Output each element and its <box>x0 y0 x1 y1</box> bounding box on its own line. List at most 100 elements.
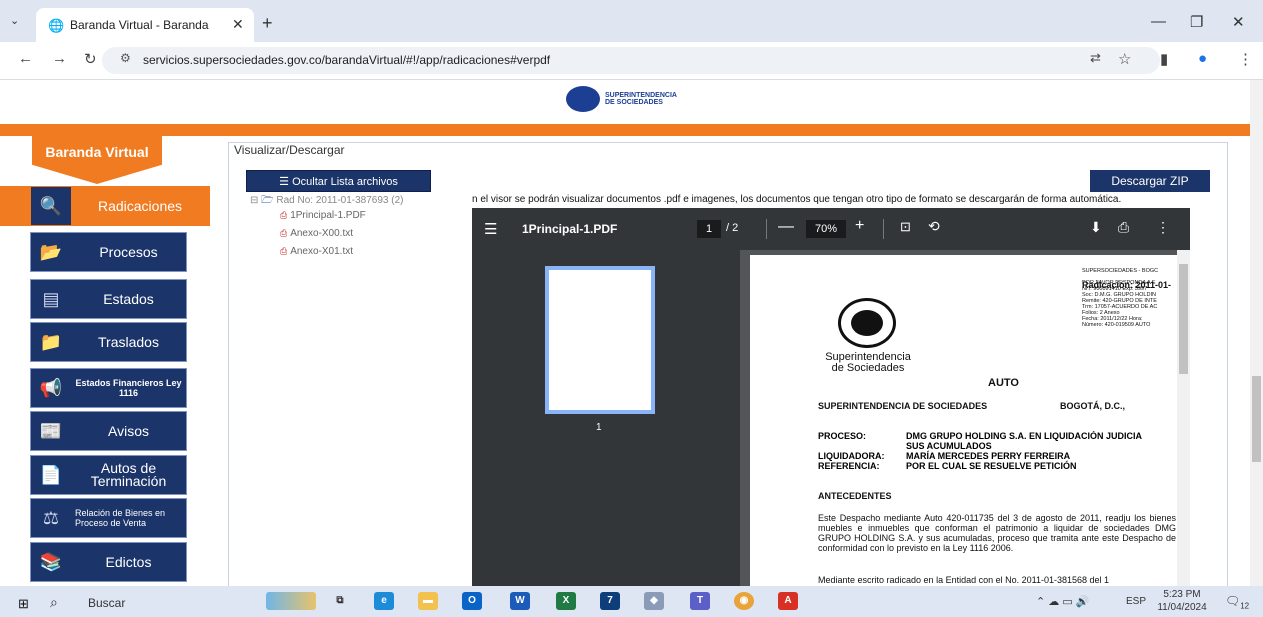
browser-tab[interactable]: 🌐 Baranda Virtual - Baranda ✕ <box>36 8 254 42</box>
more-options-icon[interactable]: ⋮ <box>1156 219 1170 236</box>
site-info-icon[interactable]: ⚙ <box>120 51 131 65</box>
zoom-in-icon[interactable]: + <box>855 217 864 235</box>
sidebar-item-edictos[interactable]: 📚 Edictos <box>30 542 187 582</box>
language-indicator[interactable]: ESP <box>1126 596 1146 607</box>
menu-icon[interactable]: ⋮ <box>1238 50 1253 68</box>
tab-title: Baranda Virtual - Baranda <box>70 18 209 32</box>
sidebar-item-label: Estados Financieros Ley 1116 <box>75 378 182 398</box>
pdf-filename: 1Principal-1.PDF <box>522 222 618 236</box>
acrobat-icon[interactable]: A <box>778 592 798 610</box>
thumbnail-number: 1 <box>596 422 602 433</box>
paragraph: Este Despacho mediante Auto 420-011735 d… <box>818 513 1176 553</box>
weather-widget-icon[interactable] <box>266 592 316 610</box>
referencia-value: POR EL CUAL SE RESUELVE PETICIÓN <box>906 461 1077 471</box>
toolbar-divider <box>883 219 884 239</box>
folder-icon: 🗁 <box>261 195 274 206</box>
word-icon[interactable]: W <box>510 592 530 610</box>
hide-file-list-button[interactable]: ☰ Ocultar Lista archivos <box>246 170 431 192</box>
logo-text: SUPERINTENDENCIA DE SOCIEDADES <box>605 92 705 106</box>
page-thumbnail[interactable] <box>545 266 655 414</box>
supersociedades-logo-icon <box>566 86 600 112</box>
windows-start-icon[interactable]: ⊞ <box>18 596 29 612</box>
doc-title: AUTO <box>988 377 1019 389</box>
zoom-level-input[interactable]: 70% <box>806 220 846 238</box>
new-tab-icon[interactable]: + <box>262 13 273 34</box>
sidebar-item-label: Radicaciones <box>97 197 183 214</box>
excel-icon[interactable]: X <box>556 592 576 610</box>
url-text[interactable]: servicios.supersociedades.gov.co/baranda… <box>143 53 550 67</box>
clock[interactable]: 5:23 PM 11/04/2024 <box>1154 588 1210 614</box>
edge-icon[interactable]: e <box>374 592 394 610</box>
sidebar-item-estados-financieros[interactable]: 📢 Estados Financieros Ley 1116 <box>30 368 187 408</box>
list-document-icon: ▤ <box>42 289 60 309</box>
tree-file[interactable]: ⎙ 1Principal-1.PDF <box>280 210 366 221</box>
tree-file-label: Anexo-X00.txt <box>290 228 354 239</box>
orange-band <box>0 124 1250 136</box>
sidebar-item-traslados[interactable]: 📁 Traslados <box>30 322 187 362</box>
notification-icon[interactable]: 🗨12 <box>1225 594 1249 610</box>
page-number-input[interactable]: 1 <box>697 220 721 238</box>
liquidadora-key: LIQUIDADORA: <box>818 451 885 461</box>
download-zip-button[interactable]: Descargar ZIP <box>1090 170 1210 192</box>
teams-icon[interactable]: T <box>690 592 710 610</box>
sidebar-item-label: Procesos <box>99 243 158 260</box>
tree-root-node[interactable]: ⊟ 🗁 Rad No: 2011-01-387693 (2) <box>250 193 403 210</box>
sidebar-item-estados[interactable]: ▤ Estados <box>30 279 187 319</box>
logo-line1: SUPERINTENDENCIA <box>605 92 677 99</box>
download-icon[interactable]: ⬇ <box>1090 219 1102 236</box>
search-document-icon: 🔍 <box>31 187 71 225</box>
zoom-out-icon[interactable]: — <box>778 218 794 236</box>
restore-icon[interactable]: ❐ <box>1190 13 1203 31</box>
sidebar-title: Baranda Virtual <box>45 144 149 160</box>
taskbar-search[interactable]: Buscar <box>88 596 125 610</box>
folder-arrow-icon: 📁 <box>39 332 63 352</box>
back-icon[interactable]: ← <box>18 50 33 67</box>
sidebar-item-label: Traslados <box>98 333 159 350</box>
translate-icon[interactable]: ⇄ <box>1090 50 1101 66</box>
tree-file[interactable]: ⎙ Anexo-X01.txt <box>280 246 353 257</box>
rotate-icon[interactable]: ⟲ <box>928 218 940 235</box>
app-7-icon[interactable]: 7 <box>600 592 620 610</box>
sidebar-item-label: Autos de Terminación <box>90 460 167 489</box>
file-explorer-icon[interactable]: ▬ <box>418 592 438 610</box>
forward-icon[interactable]: → <box>52 50 67 67</box>
reload-icon[interactable]: ↻ <box>84 50 97 68</box>
emblem-caption: Superintendencia de Sociedades <box>818 352 918 374</box>
search-icon[interactable]: ⌕ <box>50 594 58 611</box>
close-window-icon[interactable]: ✕ <box>1232 13 1245 31</box>
tab-search-chevron-icon[interactable]: ⌄ <box>10 14 19 27</box>
bookmark-star-icon[interactable]: ☆ <box>1118 50 1131 68</box>
close-tab-icon[interactable]: ✕ <box>232 16 244 33</box>
chrome-icon[interactable]: ◉ <box>734 592 754 610</box>
doc-city: BOGOTÁ, D.C., <box>1060 401 1125 411</box>
side-panel-icon[interactable]: ▮ <box>1160 50 1168 68</box>
outlook-icon[interactable]: O <box>462 592 482 610</box>
radicacion-number: Radicación: 2011-01- <box>1082 280 1172 290</box>
tree-file[interactable]: ⎙ Anexo-X00.txt <box>280 228 353 239</box>
profile-icon[interactable]: ● <box>1198 50 1207 67</box>
proceso-value: DMG GRUPO HOLDING S.A. EN LIQUIDACIÓN JU… <box>906 431 1143 441</box>
page-scrollbar-thumb[interactable] <box>1252 376 1261 462</box>
proceso-key: PROCESO: <box>818 431 867 441</box>
fit-page-icon[interactable]: ⊡ <box>900 219 911 235</box>
pdf-file-icon: ⎙ <box>280 228 288 238</box>
pdf-file-icon: ⎙ <box>280 210 288 220</box>
viewer-scrollbar-thumb[interactable] <box>1179 264 1188 374</box>
sidebar-item-radicaciones[interactable]: 🔍 Radicaciones <box>0 186 210 226</box>
sidebar-item-relacion-bienes[interactable]: ⚖ Relación de Bienes en Proceso de Venta <box>30 498 187 538</box>
app-bird-icon[interactable]: ◆ <box>644 592 664 610</box>
task-view-icon[interactable]: ⧉ <box>330 592 350 610</box>
stamp-line: Número: 420-019509 AUTO <box>1082 322 1151 328</box>
sidebar-item-avisos[interactable]: 📰 Avisos <box>30 411 187 451</box>
emblem-core <box>851 310 883 336</box>
liquidadora-value: MARÍA MERCEDES PERRY FERREIRA <box>906 451 1071 461</box>
minimize-icon[interactable]: — <box>1151 13 1166 30</box>
sidebar-item-procesos[interactable]: 📂 Procesos <box>30 232 187 272</box>
page-scrollbar[interactable] <box>1250 80 1263 586</box>
print-icon[interactable]: ⎙ <box>1118 219 1129 236</box>
globe-icon: 🌐 <box>48 18 65 33</box>
notification-count: 12 <box>1240 601 1250 611</box>
system-tray-icons[interactable]: ⌃ ☁ ▭ 🔊 <box>1036 595 1089 608</box>
hamburger-menu-icon[interactable]: ☰ <box>484 220 497 238</box>
sidebar-item-autos-terminacion[interactable]: 📄 Autos de Terminación <box>30 455 187 495</box>
